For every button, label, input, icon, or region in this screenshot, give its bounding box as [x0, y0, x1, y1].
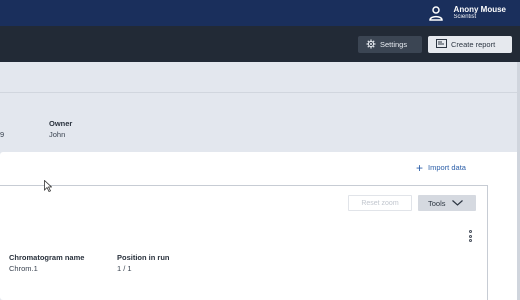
create-report-button[interactable]: Create report: [428, 36, 512, 53]
import-data-label: Import data: [428, 163, 466, 172]
chromatogram-name-value: Chrom.1: [9, 264, 38, 273]
run-info: 9 Owner John: [0, 62, 520, 152]
create-report-label: Create report: [451, 40, 496, 49]
chromatogram-card: + Import data Reset zoom Tools Chromatog…: [0, 152, 520, 300]
position-in-run-header: Position in run: [117, 253, 170, 262]
settings-label: Settings: [380, 40, 408, 49]
reset-zoom-button[interactable]: Reset zoom: [348, 195, 412, 211]
divider: [0, 92, 520, 93]
top-bar: Anony Mouse Scientist: [0, 0, 520, 26]
chromatogram-name-header: Chromatogram name: [9, 253, 85, 262]
import-data-link[interactable]: + Import data: [416, 160, 466, 175]
user-icon: [426, 3, 446, 23]
owner-value: John: [49, 130, 66, 139]
user-menu[interactable]: Anony Mouse Scientist: [426, 3, 506, 23]
toolbar: Settings Create report: [0, 26, 520, 62]
gear-icon: [366, 39, 376, 51]
tools-label: Tools: [428, 198, 446, 208]
position-in-run-value: 1 / 1: [117, 264, 132, 273]
chevron-down-icon: [451, 199, 463, 208]
owner-label: Owner: [49, 119, 73, 128]
chromatogram-panel: Reset zoom Tools Chromatogram name Chrom…: [0, 185, 488, 300]
report-icon: [436, 39, 447, 50]
tools-dropdown[interactable]: Tools: [418, 195, 476, 211]
plus-icon: +: [416, 160, 424, 175]
user-name: Anony Mouse: [453, 4, 506, 14]
mouse-cursor-icon: [44, 180, 52, 192]
kebab-icon[interactable]: [467, 230, 473, 242]
user-role: Scientist: [453, 14, 477, 21]
user-info: Anony Mouse Scientist: [453, 4, 506, 21]
clipped-value: 9: [0, 130, 5, 139]
settings-button[interactable]: Settings: [358, 36, 422, 53]
